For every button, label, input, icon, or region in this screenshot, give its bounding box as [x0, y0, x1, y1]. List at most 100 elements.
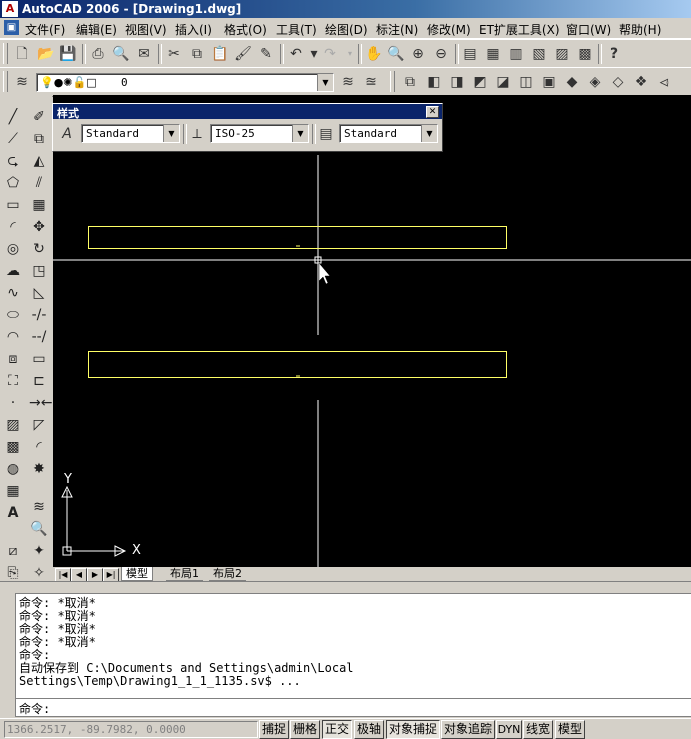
open-icon[interactable]: 📂 [36, 44, 56, 64]
tab-layout1[interactable]: 布局1 [166, 567, 203, 581]
drawing-rectangle-lower[interactable] [88, 351, 507, 378]
bottom-view-icon[interactable]: ◨ [447, 72, 467, 92]
camera-icon[interactable]: ⏿ [654, 72, 674, 92]
zoom-realtime-icon[interactable]: 🔍 [386, 44, 406, 64]
sheet-set-icon[interactable]: ▧ [529, 44, 549, 64]
point-icon[interactable]: · [3, 393, 23, 413]
otrack-toggle[interactable]: 对象追踪 [441, 720, 495, 739]
make-block-icon[interactable]: ⛶ [3, 371, 23, 391]
last-tab-icon[interactable]: ▶| [103, 568, 119, 582]
menu-help[interactable]: 帮助(H) [619, 21, 661, 38]
spline-icon[interactable]: ∿ [3, 283, 23, 303]
autocad-icon[interactable]: A [2, 1, 18, 17]
dim-style-icon[interactable]: ⟂ [187, 124, 207, 144]
pan-icon[interactable]: ✋ [364, 44, 384, 64]
scale-icon[interactable]: ◳ [29, 261, 49, 281]
splitter-bar[interactable] [0, 581, 691, 592]
express-layer-icon[interactable]: ≋ [29, 497, 49, 517]
sw-iso-view-icon[interactable]: ◆ [562, 72, 582, 92]
express-text-icon[interactable]: ✧ [29, 563, 49, 583]
move-icon[interactable]: ✥ [29, 217, 49, 237]
named-views-icon[interactable]: ⧉ [400, 72, 420, 92]
menu-file[interactable]: 文件(F) [25, 21, 65, 38]
dyn-toggle[interactable]: DYN [496, 720, 522, 739]
block-editor-icon[interactable]: ✎ [256, 44, 276, 64]
fillet-icon[interactable]: ◜ [29, 437, 49, 457]
nw-iso-view-icon[interactable]: ❖ [631, 72, 651, 92]
region-icon[interactable]: ◍ [3, 459, 23, 479]
help-icon[interactable]: ? [604, 44, 624, 64]
chevron-down-icon[interactable]: ▼ [421, 125, 437, 142]
coordinate-readout[interactable]: 1366.2517, -89.7982, 0.0000 [4, 721, 258, 738]
table-icon[interactable]: ▦ [3, 481, 23, 501]
cut-icon[interactable]: ✂ [164, 44, 184, 64]
copy-icon[interactable]: ⧉ [187, 44, 207, 64]
zoom-window-icon[interactable]: ⊕ [408, 44, 428, 64]
plot-preview-icon[interactable]: 🔍 [111, 44, 131, 64]
hatch-icon[interactable]: ▨ [3, 415, 23, 435]
ortho-toggle[interactable]: 正交 [322, 720, 352, 739]
multiline-text-icon[interactable]: A [3, 503, 23, 523]
line-icon[interactable]: ╱ [3, 107, 23, 127]
ellipse-icon[interactable]: ⬭ [3, 305, 23, 325]
layer-manager-icon[interactable]: ≋ [12, 72, 32, 92]
document-icon[interactable]: ▣ [4, 20, 19, 35]
gradient-icon[interactable]: ▩ [3, 437, 23, 457]
prev-tab-icon[interactable]: ◀ [71, 568, 87, 582]
new-icon[interactable]: 🗋 [12, 44, 32, 64]
menu-window[interactable]: 窗口(W) [566, 21, 611, 38]
match-properties-icon[interactable]: 🖌 [233, 44, 253, 64]
grid-toggle[interactable]: 栅格 [290, 720, 320, 739]
menu-insert[interactable]: 插入(I) [175, 21, 212, 38]
break-at-point-icon[interactable]: ▭ [29, 349, 49, 369]
trim-icon[interactable]: -/- [29, 305, 49, 325]
tab-model[interactable]: 模型 [121, 567, 153, 581]
drawing-canvas[interactable]: Y X [53, 95, 691, 567]
tab-layout2[interactable]: 布局2 [209, 567, 246, 581]
menu-view[interactable]: 视图(V) [125, 21, 167, 38]
polyline-icon[interactable]: ⮎ [3, 151, 23, 171]
insert-block-icon[interactable]: ⧈ [3, 349, 23, 369]
polygon-icon[interactable]: ⬠ [3, 173, 23, 193]
lineweight-toggle[interactable]: 线宽 [523, 720, 553, 739]
tool-palettes-icon[interactable]: ▥ [506, 44, 526, 64]
revision-cloud-icon[interactable]: ☁ [3, 261, 23, 281]
calculator-icon[interactable]: ▩ [575, 44, 595, 64]
menu-modify[interactable]: 修改(M) [427, 21, 471, 38]
next-tab-icon[interactable]: ▶ [87, 568, 103, 582]
polar-toggle[interactable]: 极轴 [354, 720, 384, 739]
chevron-down-icon[interactable]: ▼ [317, 74, 333, 91]
join-icon[interactable]: →← [29, 393, 52, 413]
top-view-icon[interactable]: ◧ [424, 72, 444, 92]
layer-tools-icon[interactable]: ⎘ [3, 563, 23, 583]
close-icon[interactable]: ✕ [426, 106, 439, 118]
rotate-icon[interactable]: ↻ [29, 239, 49, 259]
draw-order-icon[interactable]: ⧄ [3, 541, 23, 561]
break-icon[interactable]: ⊏ [29, 371, 49, 391]
express-blocks-icon[interactable]: ✦ [29, 541, 49, 561]
table-style-dropdown[interactable]: Standard ▼ [339, 124, 438, 143]
chevron-down-icon[interactable]: ▼ [292, 125, 308, 142]
command-history[interactable]: 命令: *取消* 命令: *取消* 命令: *取消* 命令: *取消* 命令: … [15, 593, 691, 699]
dim-style-dropdown[interactable]: ISO-25 ▼ [210, 124, 309, 143]
layer-previous-icon[interactable]: ≊ [361, 72, 381, 92]
explode-icon[interactable]: ✸ [29, 459, 49, 479]
arc-icon[interactable]: ◜ [3, 217, 23, 237]
make-object-layer-current-icon[interactable]: ≋ [338, 72, 358, 92]
menu-format[interactable]: 格式(O) [224, 21, 267, 38]
markup-icon[interactable]: ▨ [552, 44, 572, 64]
drawing-rectangle-upper[interactable] [88, 226, 507, 249]
plot-icon[interactable]: ⎙ [88, 44, 108, 64]
redo-icon[interactable]: ↷ [320, 44, 340, 64]
design-center-icon[interactable]: ▦ [483, 44, 503, 64]
chamfer-icon[interactable]: ◸ [29, 415, 49, 435]
layer-dropdown[interactable]: 💡●✺🔓□ 0 ▼ [36, 73, 334, 92]
menu-tools[interactable]: 工具(T) [276, 21, 317, 38]
osnap-toggle[interactable]: 对象捕捉 [386, 720, 440, 739]
properties-icon[interactable]: ▤ [460, 44, 480, 64]
menu-draw[interactable]: 绘图(D) [325, 21, 368, 38]
right-view-icon[interactable]: ◪ [493, 72, 513, 92]
array-icon[interactable]: ▦ [29, 195, 49, 215]
styles-toolbar-titlebar[interactable]: 样式 ✕ [53, 104, 442, 120]
offset-icon[interactable]: ⫽ [29, 173, 49, 193]
